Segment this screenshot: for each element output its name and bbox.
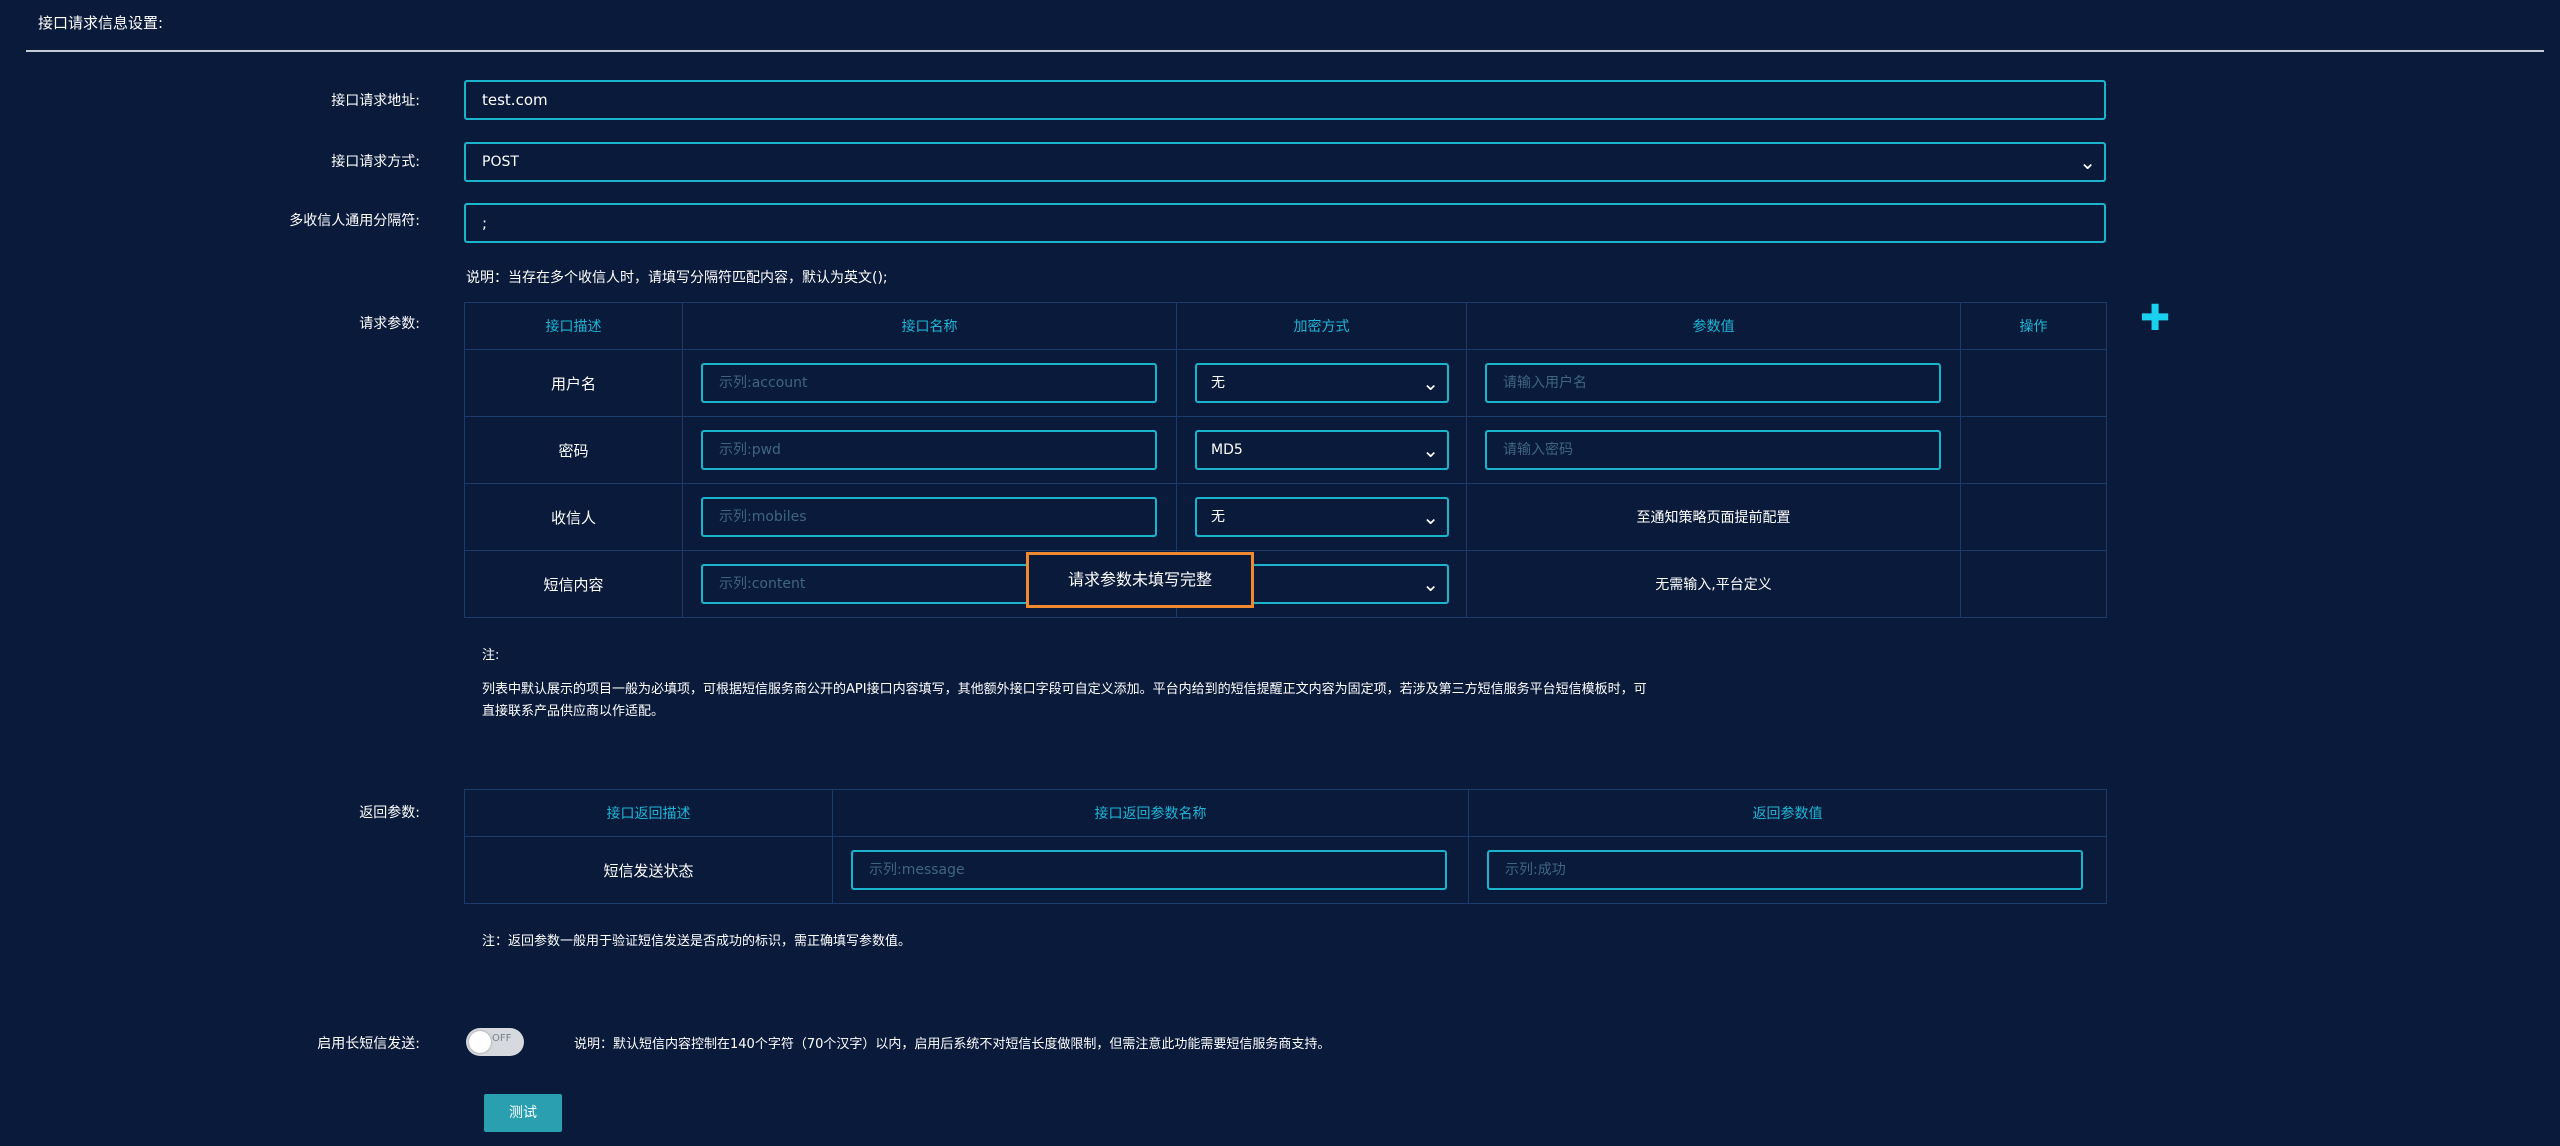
chevron-down-icon: ⌄: [2079, 150, 2096, 174]
param-name-input[interactable]: [701, 497, 1157, 537]
encrypt-select-value: 无: [1211, 509, 1225, 525]
chevron-down-icon: ⌄: [1422, 438, 1439, 462]
request-note: 注: 列表中默认展示的项目一般为必填项，可根据短信服务商公开的API接口内容填写…: [482, 645, 1647, 723]
validation-toast: 请求参数未填写完整: [1026, 552, 1254, 608]
request-params-label: 请求参数:: [359, 316, 420, 332]
table-row: 密码 MD5 ⌄: [464, 416, 2107, 484]
toast-message: 请求参数未填写完整: [1067, 570, 1212, 589]
note-line: 列表中默认展示的项目一般为必填项，可根据短信服务商公开的API接口内容填写，其他…: [482, 682, 1647, 697]
separator-input[interactable]: [464, 203, 2106, 243]
note-line: 直接联系产品供应商以作适配。: [482, 704, 665, 719]
table-header-row: 接口描述 接口名称 加密方式 参数值 操作: [464, 302, 2107, 350]
row-action-cell: [1960, 416, 2107, 484]
separator-label: 多收信人通用分隔符:: [289, 213, 420, 229]
col-header-encrypt: 加密方式: [1176, 302, 1467, 350]
encrypt-select-value: MD5: [1211, 442, 1243, 458]
url-label: 接口请求地址:: [331, 93, 420, 109]
plus-icon[interactable]: ✚: [2140, 301, 2170, 337]
chevron-down-icon: ⌄: [1422, 371, 1439, 395]
response-params-label: 返回参数:: [359, 805, 420, 821]
col-header-action: 操作: [1960, 302, 2107, 350]
row-desc: 收信人: [464, 483, 683, 551]
param-value-input[interactable]: [1485, 430, 1941, 470]
row-desc: 密码: [464, 416, 683, 484]
row-action-cell: [1960, 349, 2107, 417]
param-value-input[interactable]: [1485, 363, 1941, 403]
encrypt-select[interactable]: 无 ⌄: [1195, 363, 1449, 403]
long-sms-hint: 说明：默认短信内容控制在140个字符（70个汉字）以内，启用后系统不对短信长度做…: [574, 1037, 1331, 1052]
col-header-desc: 接口描述: [464, 302, 683, 350]
toggle-text: OFF: [492, 1033, 512, 1044]
table-row: 短信发送状态: [464, 836, 2107, 904]
col-header-return-value: 返回参数值: [1468, 789, 2107, 837]
encrypt-select[interactable]: MD5 ⌄: [1195, 430, 1449, 470]
note-title: 注:: [482, 648, 500, 663]
col-header-return-desc: 接口返回描述: [464, 789, 833, 837]
chevron-down-icon: ⌄: [1422, 505, 1439, 529]
encrypt-select[interactable]: 无 ⌄: [1195, 497, 1449, 537]
row-desc: 短信内容: [464, 550, 683, 618]
url-input[interactable]: [464, 80, 2106, 120]
response-params-table: 接口返回描述 接口返回参数名称 返回参数值 短信发送状态: [464, 789, 2107, 904]
section-title: 接口请求信息设置:: [38, 14, 164, 32]
table-row: 用户名 无⌄: [464, 349, 2107, 417]
return-value-input[interactable]: [1487, 850, 2083, 890]
row-action-cell: [1960, 550, 2107, 618]
long-sms-toggle[interactable]: OFF: [466, 1028, 524, 1056]
param-name-input[interactable]: [701, 363, 1157, 403]
col-header-name: 接口名称: [682, 302, 1177, 350]
toggle-knob: [469, 1031, 491, 1053]
return-name-input[interactable]: [851, 850, 1447, 890]
method-select[interactable]: POST ⌄: [464, 142, 2106, 182]
long-sms-label: 启用长短信发送:: [317, 1036, 420, 1052]
param-name-input[interactable]: [701, 430, 1157, 470]
request-params-table: 接口描述 接口名称 加密方式 参数值 操作 用户名 无⌄ 密码 MD5⌄ 收信人…: [464, 302, 2107, 618]
row-desc: 短信发送状态: [464, 836, 833, 904]
table-row: 短信内容 ⌄ 无需输入,平台定义: [464, 550, 2107, 618]
section-header: 接口请求信息设置:: [26, 0, 2544, 52]
table-header-row: 接口返回描述 接口返回参数名称 返回参数值: [464, 789, 2107, 837]
table-row: 收信人 无⌄ 至通知策略页面提前配置: [464, 483, 2107, 551]
method-label: 接口请求方式:: [331, 154, 420, 170]
col-header-value: 参数值: [1466, 302, 1961, 350]
row-desc: 用户名: [464, 349, 683, 417]
row-action-cell: [1960, 483, 2107, 551]
chevron-down-icon: ⌄: [1422, 572, 1439, 596]
param-value-text: 至通知策略页面提前配置: [1466, 483, 1961, 551]
encrypt-select-value: 无: [1211, 375, 1225, 391]
separator-hint: 说明：当存在多个收信人时，请填写分隔符匹配内容，默认为英文();: [466, 270, 888, 286]
col-header-return-name: 接口返回参数名称: [832, 789, 1469, 837]
param-value-text: 无需输入,平台定义: [1466, 550, 1961, 618]
method-select-value: POST: [482, 154, 519, 170]
test-button[interactable]: 测试: [484, 1094, 562, 1132]
response-note: 注：返回参数一般用于验证短信发送是否成功的标识，需正确填写参数值。: [482, 934, 912, 949]
